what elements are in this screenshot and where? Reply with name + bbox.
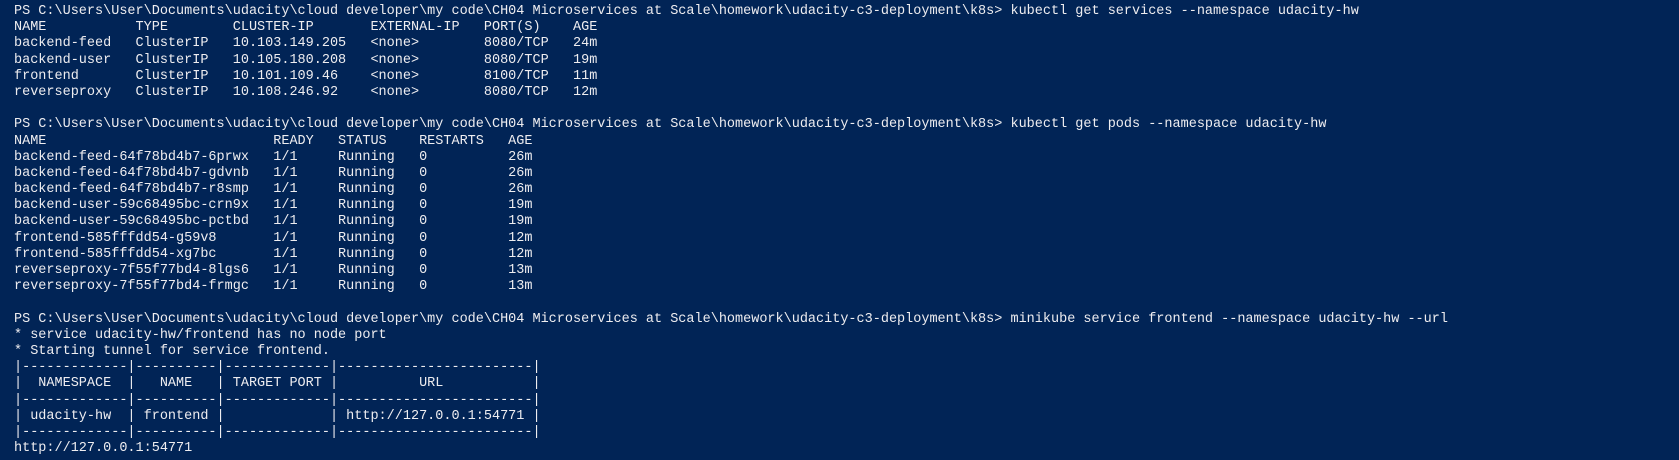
shell-prompt: PS C:\Users\User\Documents\udacity\cloud…: [14, 117, 1003, 133]
pods-table-row: frontend-585fffdd54-xg7bc 1/1 Running 0 …: [14, 246, 533, 262]
pods-table-row: reverseproxy-7f55f77bd4-frmgc 1/1 Runnin…: [14, 279, 533, 295]
url-table-border: |-------------|----------|-------------|…: [14, 392, 541, 408]
shell-prompt: PS C:\Users\User\Documents\udacity\cloud…: [14, 311, 1003, 327]
url-table-row: | udacity-hw | frontend | | http://127.0…: [14, 408, 541, 424]
pods-table-row: reverseproxy-7f55f77bd4-8lgs6 1/1 Runnin…: [14, 263, 533, 278]
command-text: kubectl get pods --namespace udacity-hw: [1010, 117, 1327, 133]
pods-table-row: backend-user-59c68495bc-pctbd 1/1 Runnin…: [14, 214, 533, 230]
command-text: kubectl get services --namespace udacity…: [1010, 4, 1359, 19]
powershell-terminal-window[interactable]: PS C:\Users\User\Documents\udacity\cloud…: [0, 0, 1679, 460]
shell-prompt: PS C:\Users\User\Documents\udacity\cloud…: [14, 4, 1003, 19]
pods-table-row: backend-user-59c68495bc-crn9x 1/1 Runnin…: [14, 198, 533, 214]
command-line: PS C:\Users\User\Documents\udacity\cloud…: [14, 4, 1674, 20]
minikube-message: * service udacity-hw/frontend has no nod…: [14, 327, 387, 343]
url-table-header: | NAMESPACE | NAME | TARGET PORT | URL |: [14, 376, 541, 392]
pods-table-row: backend-feed-64f78bd4b7-r8smp 1/1 Runnin…: [14, 182, 533, 198]
pods-table-row: frontend-585fffdd54-g59v8 1/1 Running 0 …: [14, 230, 533, 246]
services-table-row: reverseproxy ClusterIP 10.108.246.92 <no…: [14, 84, 598, 100]
services-table-row: backend-user ClusterIP 10.105.180.208 <n…: [14, 52, 598, 68]
terminal-output: PS C:\Users\User\Documents\udacity\cloud…: [14, 4, 1674, 457]
command-line: PS C:\Users\User\Documents\udacity\cloud…: [14, 312, 1674, 328]
pods-table-row: backend-feed-64f78bd4b7-gdvnb 1/1 Runnin…: [14, 165, 533, 181]
minikube-message: * Starting tunnel for service frontend.: [14, 343, 330, 359]
url-table-border: |-------------|----------|-------------|…: [14, 424, 541, 440]
command-text: minikube service frontend --namespace ud…: [1010, 311, 1448, 327]
pods-table-row: backend-feed-64f78bd4b7-6prwx 1/1 Runnin…: [14, 149, 533, 165]
services-table-row: frontend ClusterIP 10.101.109.46 <none> …: [14, 68, 598, 84]
services-table-row: backend-feed ClusterIP 10.103.149.205 <n…: [14, 36, 598, 52]
pods-table-header: NAME READY STATUS RESTARTS AGE: [14, 133, 533, 149]
url-table-border: |-------------|----------|-------------|…: [14, 360, 541, 376]
command-line: PS C:\Users\User\Documents\udacity\cloud…: [14, 117, 1674, 133]
services-table-header: NAME TYPE CLUSTER-IP EXTERNAL-IP PORT(S)…: [14, 20, 598, 36]
service-url-output: http://127.0.0.1:54771: [14, 441, 193, 457]
